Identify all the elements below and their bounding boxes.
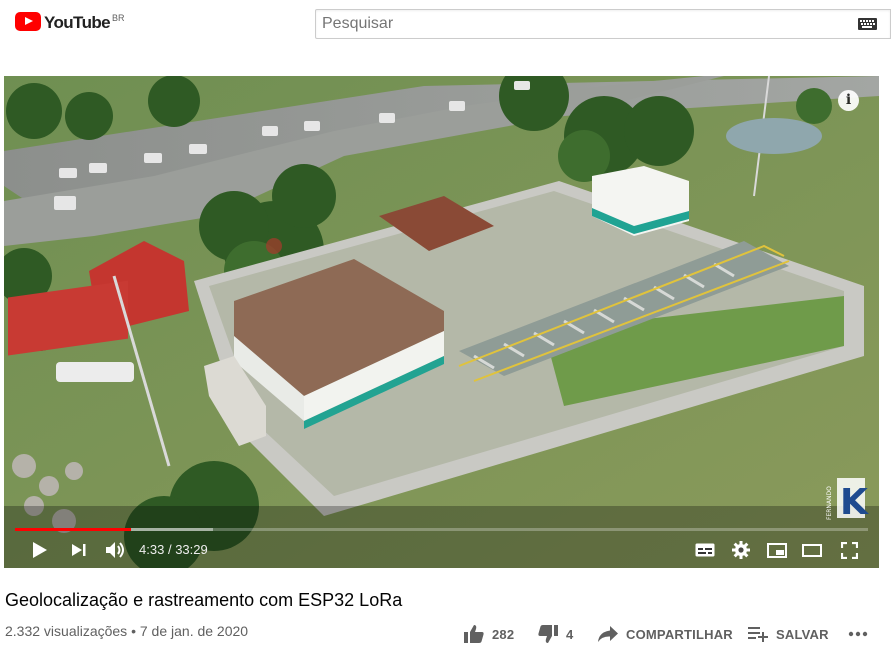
miniplayer-button[interactable] [765, 532, 789, 568]
fullscreen-button[interactable] [837, 532, 861, 568]
gear-icon [732, 541, 750, 559]
youtube-play-logo-icon [15, 12, 41, 31]
logo-text: YouTube [44, 13, 111, 32]
volume-button[interactable] [104, 532, 128, 568]
video-player[interactable]: i FERNANDO K 4:33 / 33:29 [4, 76, 879, 568]
time-display: 4:33 / 33:29 [139, 542, 208, 557]
more-horizontal-icon [848, 631, 868, 637]
save-label: SALVAR [776, 626, 829, 642]
subtitles-button[interactable] [693, 532, 717, 568]
add-to-playlist-icon [748, 626, 768, 642]
time-current: 4:33 [139, 542, 165, 557]
youtube-logo[interactable]: YouTube BR [15, 12, 125, 33]
video-title: Geolocalização e rastreamento com ESP32 … [5, 590, 403, 610]
time-total: 33:29 [175, 542, 208, 557]
like-button[interactable]: 282 [464, 623, 514, 645]
view-count: 2.332 visualizações [5, 623, 128, 639]
theater-mode-icon [802, 543, 822, 557]
watermark-text: FERNANDO [826, 486, 833, 520]
miniplayer-icon [767, 542, 787, 558]
share-label: COMPARTILHAR [626, 626, 733, 642]
keyboard-icon[interactable] [858, 18, 877, 30]
video-frame [4, 76, 879, 568]
thumbs-up-icon [464, 625, 484, 643]
search-box [315, 9, 891, 39]
watermark-letter: K [840, 482, 869, 522]
like-count: 282 [492, 626, 515, 642]
next-button[interactable] [68, 532, 90, 568]
theater-mode-button[interactable] [800, 532, 824, 568]
masthead: YouTube BR [0, 0, 893, 52]
info-icon[interactable]: i [838, 90, 859, 111]
share-button[interactable]: COMPARTILHAR [598, 623, 733, 645]
search-input[interactable] [316, 10, 846, 38]
subtitles-icon [695, 543, 715, 557]
progress-played [15, 528, 131, 531]
channel-watermark[interactable]: FERNANDO K [825, 474, 869, 522]
play-button[interactable] [26, 532, 52, 568]
play-icon [33, 542, 47, 558]
settings-button[interactable] [729, 532, 753, 568]
publish-date: 7 de jan. de 2020 [139, 623, 249, 639]
time-separator: / [167, 542, 172, 557]
dislike-count: 4 [566, 626, 574, 642]
video-meta: 2.332 visualizações • 7 de jan. de 2020 [5, 623, 248, 639]
save-button[interactable]: SALVAR [748, 623, 829, 645]
skip-next-icon [72, 544, 86, 556]
fullscreen-icon [840, 541, 858, 559]
dislike-button[interactable]: 4 [538, 623, 573, 645]
progress-bar[interactable] [15, 528, 868, 531]
thumbs-down-icon [538, 625, 558, 643]
more-actions-button[interactable] [848, 623, 876, 645]
share-icon [598, 626, 618, 642]
country-code: BR [112, 13, 125, 23]
volume-icon [106, 542, 124, 558]
player-controls: 4:33 / 33:29 [4, 532, 879, 568]
meta-separator: • [131, 623, 136, 639]
